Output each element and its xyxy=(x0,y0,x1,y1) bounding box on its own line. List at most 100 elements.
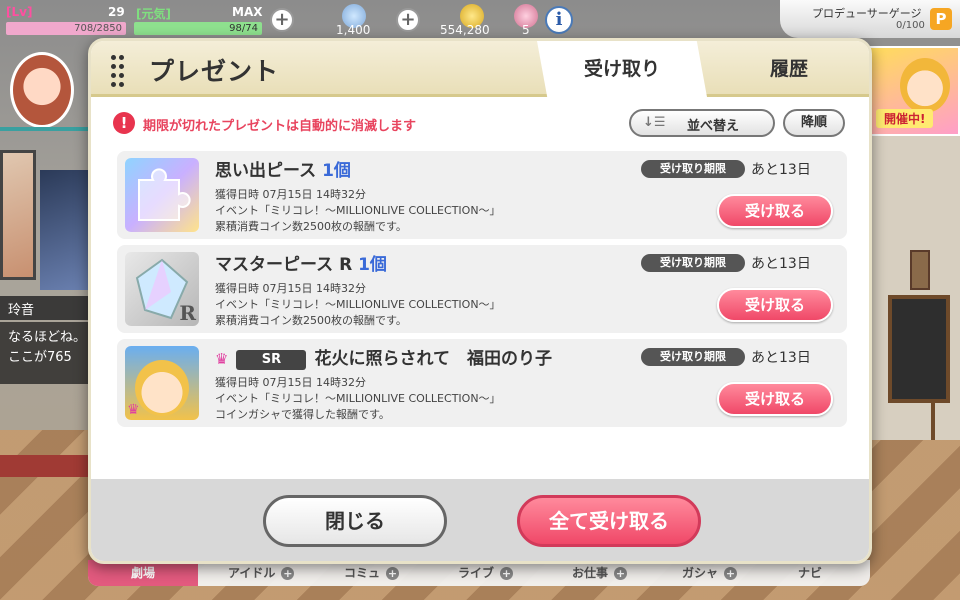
plus-icon: + xyxy=(281,567,295,580)
money-count: 554,280 xyxy=(440,23,490,37)
event-banner[interactable]: 開催中! xyxy=(868,46,960,136)
speaker-name: 玲音 xyxy=(0,296,90,320)
nav-live[interactable]: ライブ + xyxy=(458,564,514,581)
nav-commu[interactable]: コミュ + xyxy=(344,564,400,581)
item-name-text: マスターピース R xyxy=(215,255,353,275)
carpet xyxy=(0,455,90,477)
rarity-badge: SR xyxy=(236,350,307,370)
item-source: イベント「ミリコレ！～MILLIONLIVE COLLECTION～」 xyxy=(215,204,501,217)
obtained-time: 獲得日時 07月15日 14時32分 xyxy=(215,188,366,201)
nav-live-label: ライブ xyxy=(458,566,495,580)
idol-avatar[interactable] xyxy=(10,52,74,128)
nav-gacha-label: ガシャ xyxy=(682,566,719,580)
nav-gacha[interactable]: ガシャ + xyxy=(682,564,738,581)
modal-body: ! 期限が切れたプレゼントは自動的に消滅します ↓☰ 並べ替え 降順 思い出ピー… xyxy=(91,97,869,479)
obtained-time: 獲得日時 07月15日 14時32分 xyxy=(215,376,366,389)
wall-frame xyxy=(910,250,930,290)
item-reason: 累積消費コイン数2500枚の報酬です。 xyxy=(215,314,407,327)
level-value: 29 xyxy=(108,5,125,19)
modal-header: プレゼント 受け取り 履歴 xyxy=(91,41,869,97)
info-button[interactable]: i xyxy=(545,6,573,34)
remaining-days: あと13日 xyxy=(751,162,811,178)
add-stamina-button[interactable]: + xyxy=(270,8,294,32)
produce-p-icon: P xyxy=(930,8,952,30)
item-reason: コインガシャで獲得した報酬です。 xyxy=(215,408,390,421)
sort-icon: ↓☰ xyxy=(643,115,666,130)
avatar-underline xyxy=(0,127,90,131)
item-name: 思い出ピース 1個 xyxy=(215,156,351,181)
receive-all-button[interactable]: 全て受け取る xyxy=(517,495,701,547)
receive-button[interactable]: 受け取る xyxy=(717,288,833,322)
rarity-letter: R xyxy=(179,301,196,325)
produce-gauge-value: 0/100 xyxy=(896,20,925,31)
nav-work[interactable]: お仕事 + xyxy=(572,564,628,581)
nav-idol[interactable]: アイドル + xyxy=(228,564,295,581)
plus-icon: + xyxy=(500,567,514,580)
idol-portrait xyxy=(135,360,189,416)
item-name: マスターピース R 1個 xyxy=(215,250,387,275)
dialogue-text: なるほどね。 ここが765 xyxy=(0,322,90,384)
crown-icon: ♛ xyxy=(127,402,140,418)
stamina-max-label: MAX xyxy=(232,5,263,19)
close-button[interactable]: 閉じる xyxy=(263,495,447,547)
modal-title: プレゼント xyxy=(149,57,280,86)
notice-text: 期限が切れたプレゼントは自動的に消滅します xyxy=(143,119,417,134)
order-toggle-button[interactable]: 降順 xyxy=(783,109,845,137)
item-name-text: 花火に照らされて 福田のり子 xyxy=(314,349,552,369)
exp-bar: 708/2850 xyxy=(6,22,126,35)
receive-button[interactable]: 受け取る xyxy=(717,382,833,416)
present-item: R マスターピース R 1個 受け取り期限 あと13日 獲得日時 07月15日 … xyxy=(117,245,847,333)
dialogue-line-1: なるほどね。 xyxy=(8,330,87,345)
puzzle-piece-icon xyxy=(125,158,199,232)
chalkboard xyxy=(888,295,950,403)
warning-icon: ! xyxy=(113,112,135,134)
event-active-badge: 開催中! xyxy=(876,109,934,128)
present-item: ♛ ♛ SR 花火に照らされて 福田のり子 受け取り期限 あと13日 獲得日時 07… xyxy=(117,339,847,427)
plus-icon: + xyxy=(386,567,400,580)
sort-button[interactable]: ↓☰ 並べ替え xyxy=(629,109,775,137)
deadline-badge: 受け取り期限 xyxy=(641,160,745,178)
item-name-text: 思い出ピース xyxy=(215,161,317,181)
ticket-count: 5 xyxy=(522,23,530,37)
event-idol-portrait xyxy=(900,58,950,113)
item-source: イベント「ミリコレ！～MILLIONLIVE COLLECTION～」 xyxy=(215,392,501,405)
item-count: 1個 xyxy=(322,161,351,181)
item-name: ♛ SR 花火に照らされて 福田のり子 xyxy=(215,344,552,370)
present-list: 思い出ピース 1個 受け取り期限 あと13日 獲得日時 07月15日 14時32… xyxy=(117,151,847,433)
stamina-text: 98/74 xyxy=(229,23,258,34)
obtained-time: 獲得日時 07月15日 14時32分 xyxy=(215,282,366,295)
present-modal: プレゼント 受け取り 履歴 ! 期限が切れたプレゼントは自動的に消滅します ↓☰… xyxy=(88,38,872,564)
item-count: 1個 xyxy=(358,255,387,275)
nav-commu-label: コミュ xyxy=(344,566,381,580)
receive-button[interactable]: 受け取る xyxy=(717,194,833,228)
idol-card-icon: ♛ xyxy=(125,346,199,420)
nav-work-label: お仕事 xyxy=(572,566,609,580)
dialogue-line-2: ここが765 xyxy=(8,350,72,365)
tab-history[interactable]: 履歴 xyxy=(703,41,869,97)
item-source: イベント「ミリコレ！～MILLIONLIVE COLLECTION～」 xyxy=(215,298,501,311)
wall-poster xyxy=(0,150,36,280)
deadline-badge: 受け取り期限 xyxy=(641,254,745,272)
stamina-bar: 98/74 xyxy=(134,22,262,35)
item-reason: 累積消費コイン数2500枚の報酬です。 xyxy=(215,220,407,233)
modal-footer: 閉じる 全て受け取る xyxy=(91,479,869,561)
produce-gauge-label: プロデューサーゲージ xyxy=(812,7,922,20)
produce-gauge[interactable]: プロデューサーゲージ 0/100 P xyxy=(780,0,960,38)
stamina-label: [元気] xyxy=(136,7,171,21)
add-jewel-button[interactable]: + xyxy=(396,8,420,32)
chalkboard-stand xyxy=(931,400,935,440)
deadline-badge: 受け取り期限 xyxy=(641,348,745,366)
remaining-days: あと13日 xyxy=(751,350,811,366)
crown-icon: ♛ xyxy=(215,350,229,368)
remaining-days: あと13日 xyxy=(751,256,811,272)
present-item: 思い出ピース 1個 受け取り期限 あと13日 獲得日時 07月15日 14時32… xyxy=(117,151,847,239)
grip-icon xyxy=(111,55,125,87)
plus-icon: + xyxy=(724,567,738,580)
status-bar: [Lv] 29 [元気] MAX 708/2850 98/74 + 1,400 … xyxy=(0,0,960,40)
tab-receive[interactable]: 受け取り xyxy=(537,41,707,97)
nav-navi[interactable]: ナビ xyxy=(798,564,822,581)
crystal-icon: R xyxy=(125,252,199,326)
level-label: [Lv] xyxy=(6,5,33,19)
nav-idol-label: アイドル xyxy=(228,566,276,580)
wall-poster-2 xyxy=(40,170,88,290)
